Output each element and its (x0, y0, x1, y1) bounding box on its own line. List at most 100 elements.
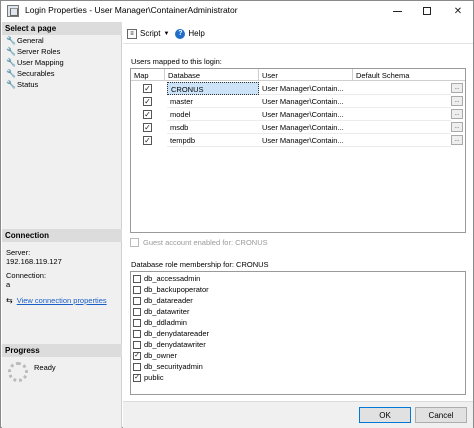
user-cell[interactable]: User Manager\Contain... (259, 134, 353, 147)
list-item[interactable]: db_denydatareader (133, 329, 209, 338)
maximize-button[interactable] (412, 1, 442, 21)
schema-browse-button[interactable]: ... (451, 135, 463, 145)
map-checkbox[interactable]: ✓ (143, 123, 152, 132)
dialog-footer: OK Cancel (123, 401, 473, 428)
schema-browse-button[interactable]: ... (451, 96, 463, 106)
help-button[interactable]: ? Help (175, 28, 205, 39)
page-label: Status (17, 80, 39, 89)
list-item[interactable]: db_backupoperator (133, 285, 209, 294)
page-user-mapping[interactable]: 🔧 User Mapping (6, 58, 64, 67)
role-label: db_denydatawriter (144, 340, 206, 349)
script-label: Script (140, 29, 161, 38)
database-cell: model (167, 108, 259, 121)
list-item[interactable]: db_ddladmin (133, 318, 187, 327)
role-label: db_owner (144, 351, 177, 360)
map-checkbox[interactable]: ✓ (143, 84, 152, 93)
page-status[interactable]: 🔧 Status (6, 80, 38, 89)
help-icon: ? (175, 28, 186, 39)
column-header-database[interactable]: Database (165, 69, 259, 81)
list-item[interactable]: db_accessadmin (133, 274, 200, 283)
chevron-down-icon: ▼ (163, 30, 170, 37)
map-checkbox[interactable]: ✓ (143, 97, 152, 106)
table-row[interactable]: ✓ CRONUS User Manager\Contain... ... (131, 82, 465, 95)
role-membership-list: db_accessadmin db_backupoperator db_data… (130, 271, 466, 395)
user-cell[interactable]: User Manager\Contain... (259, 95, 353, 108)
schema-cell[interactable] (353, 134, 451, 147)
server-label: Server: (6, 248, 31, 257)
view-connection-properties[interactable]: ⇆ View connection properties (6, 296, 107, 305)
user-cell[interactable]: User Manager\Contain... (259, 82, 353, 95)
column-header-default-schema[interactable]: Default Schema (353, 69, 465, 81)
list-item[interactable]: db_denydatawriter (133, 340, 206, 349)
map-checkbox[interactable]: ✓ (143, 136, 152, 145)
role-checkbox[interactable] (133, 362, 141, 371)
cancel-button[interactable]: Cancel (415, 407, 467, 423)
column-header-user[interactable]: User (259, 69, 353, 81)
table-row[interactable]: ✓ tempdb User Manager\Contain... ... (131, 134, 465, 147)
role-checkbox[interactable]: ✓ (133, 373, 141, 382)
schema-cell[interactable] (353, 121, 451, 134)
select-page-heading: Select a page (2, 22, 122, 35)
schema-browse-button[interactable]: ... (451, 83, 463, 93)
progress-status: Ready (34, 363, 56, 372)
guest-account-checkbox (130, 238, 139, 247)
role-checkbox[interactable] (133, 307, 141, 316)
progress-heading: Progress (2, 344, 122, 357)
list-item[interactable]: ✓ public (133, 373, 164, 382)
window-title: Login Properties - User Manager\Containe… (25, 5, 238, 15)
table-row[interactable]: ✓ master User Manager\Contain... ... (131, 95, 465, 108)
list-item[interactable]: ✓ db_owner (133, 351, 177, 360)
table-row[interactable]: ✓ model User Manager\Contain... ... (131, 108, 465, 121)
role-checkbox[interactable] (133, 274, 141, 283)
table-row[interactable]: ✓ msdb User Manager\Contain... ... (131, 121, 465, 134)
role-checkbox[interactable] (133, 285, 141, 294)
user-cell[interactable]: User Manager\Contain... (259, 108, 353, 121)
list-item[interactable]: db_datawriter (133, 307, 189, 316)
schema-cell[interactable] (353, 108, 451, 121)
role-checkbox[interactable] (133, 329, 141, 338)
page-general[interactable]: 🔧 General (6, 36, 44, 45)
page-securables[interactable]: 🔧 Securables (6, 69, 55, 78)
server-value: 192.168.119.127 (6, 257, 62, 266)
guest-account-label: Guest account enabled for: CRONUS (143, 238, 268, 247)
view-connection-properties-link[interactable]: View connection properties (17, 296, 107, 305)
toolbar: ≡ Script ▼ ? Help (123, 24, 473, 44)
page-server-roles[interactable]: 🔧 Server Roles (6, 47, 60, 56)
map-checkbox[interactable]: ✓ (143, 110, 152, 119)
schema-cell[interactable] (353, 82, 451, 95)
user-cell[interactable]: User Manager\Contain... (259, 121, 353, 134)
column-header-map[interactable]: Map (131, 69, 165, 81)
wrench-icon: 🔧 (6, 79, 16, 89)
maximize-icon (423, 7, 431, 15)
wrench-icon: 🔧 (6, 35, 16, 45)
schema-browse-button[interactable]: ... (451, 122, 463, 132)
script-button[interactable]: ≡ Script ▼ (127, 28, 170, 39)
ok-button[interactable]: OK (359, 407, 411, 423)
title-bar: Login Properties - User Manager\Containe… (1, 1, 473, 21)
role-label: db_accessadmin (144, 274, 201, 283)
role-label: db_ddladmin (144, 318, 187, 327)
role-checkbox[interactable]: ✓ (133, 351, 141, 360)
role-label: db_denydatareader (144, 329, 210, 338)
list-item[interactable]: db_securityadmin (133, 362, 203, 371)
schema-cell[interactable] (353, 95, 451, 108)
progress-spinner-icon (8, 362, 28, 382)
script-icon: ≡ (127, 28, 137, 39)
close-button[interactable]: ✕ (443, 1, 473, 21)
minimize-button[interactable] (382, 1, 412, 21)
role-checkbox[interactable] (133, 340, 141, 349)
role-checkbox[interactable] (133, 318, 141, 327)
schema-browse-button[interactable]: ... (451, 109, 463, 119)
left-panel: Select a page 🔧 General 🔧 Server Roles 🔧… (2, 22, 122, 428)
role-checkbox[interactable] (133, 296, 141, 305)
list-item[interactable]: db_datareader (133, 296, 193, 305)
role-label: public (144, 373, 164, 382)
page-label: General (17, 36, 44, 45)
wrench-icon: 🔧 (6, 68, 16, 78)
grid-header: Map Database User Default Schema (131, 69, 465, 81)
login-properties-dialog: Login Properties - User Manager\Containe… (0, 0, 474, 428)
connection-label: Connection: (6, 271, 47, 280)
connection-icon: ⇆ (6, 296, 13, 305)
connection-heading: Connection (2, 229, 122, 242)
wrench-icon: 🔧 (6, 46, 16, 56)
